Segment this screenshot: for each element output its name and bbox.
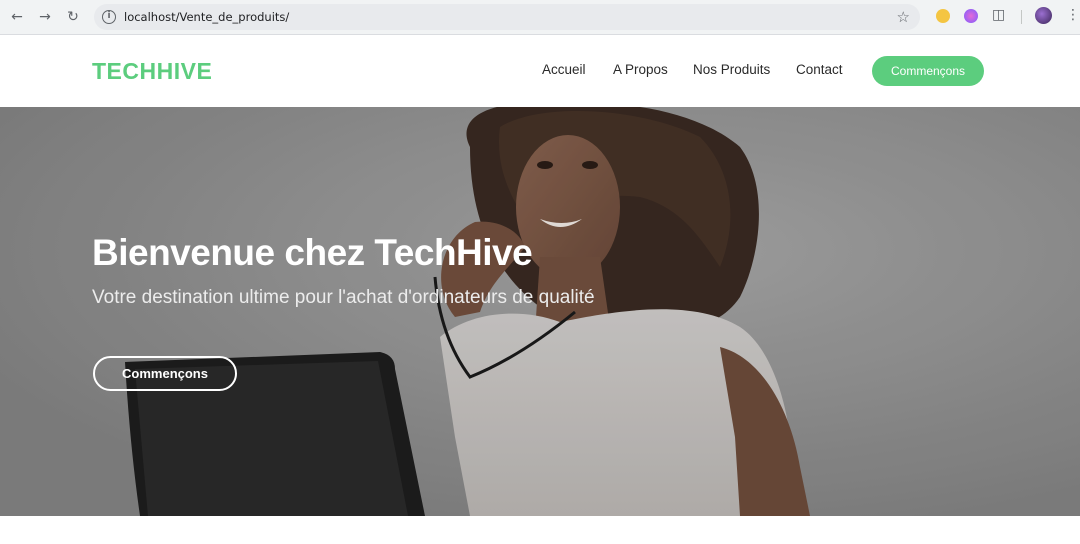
reload-icon[interactable]: ↻ <box>64 8 82 26</box>
forward-icon[interactable]: → <box>36 8 54 26</box>
nav-accueil[interactable]: Accueil <box>542 62 586 77</box>
browser-menu-icon[interactable]: ⋮ <box>1066 7 1080 23</box>
header-start-button[interactable]: Commençons <box>872 56 984 86</box>
hero-section: Bienvenue chez TechHive Votre destinatio… <box>0 107 1080 516</box>
profile-avatar[interactable] <box>1035 7 1052 24</box>
back-icon[interactable]: ← <box>8 8 26 26</box>
hero-subtitle: Votre destination ultime pour l'achat d'… <box>92 287 595 308</box>
extension-brain-icon[interactable] <box>964 9 978 23</box>
nav-nos-produits[interactable]: Nos Produits <box>693 62 770 77</box>
hero-dark-overlay <box>0 107 1080 516</box>
hero-title: Bienvenue chez TechHive <box>92 232 533 273</box>
toolbar-divider <box>1021 10 1022 24</box>
site-logo[interactable]: TECHHIVE <box>92 58 212 85</box>
url-text[interactable]: localhost/Vente_de_produits/ <box>124 10 289 24</box>
nav-contact[interactable]: Contact <box>796 62 843 77</box>
hero-start-button[interactable]: Commençons <box>93 356 237 391</box>
address-bar[interactable]: i localhost/Vente_de_produits/ ☆ <box>94 4 920 30</box>
browser-toolbar: ← → ↻ i localhost/Vente_de_produits/ ☆ ◫… <box>0 0 1080 35</box>
nav-a-propos[interactable]: A Propos <box>613 62 668 77</box>
site-info-icon[interactable]: i <box>102 10 116 24</box>
bookmark-star-icon[interactable]: ☆ <box>897 8 910 26</box>
site-header: TECHHIVE Accueil A Propos Nos Produits C… <box>0 35 1080 107</box>
extension-yellow-icon[interactable] <box>936 9 950 23</box>
page-below-fold <box>0 516 1080 544</box>
extensions-puzzle-icon[interactable]: ◫ <box>992 7 1005 23</box>
